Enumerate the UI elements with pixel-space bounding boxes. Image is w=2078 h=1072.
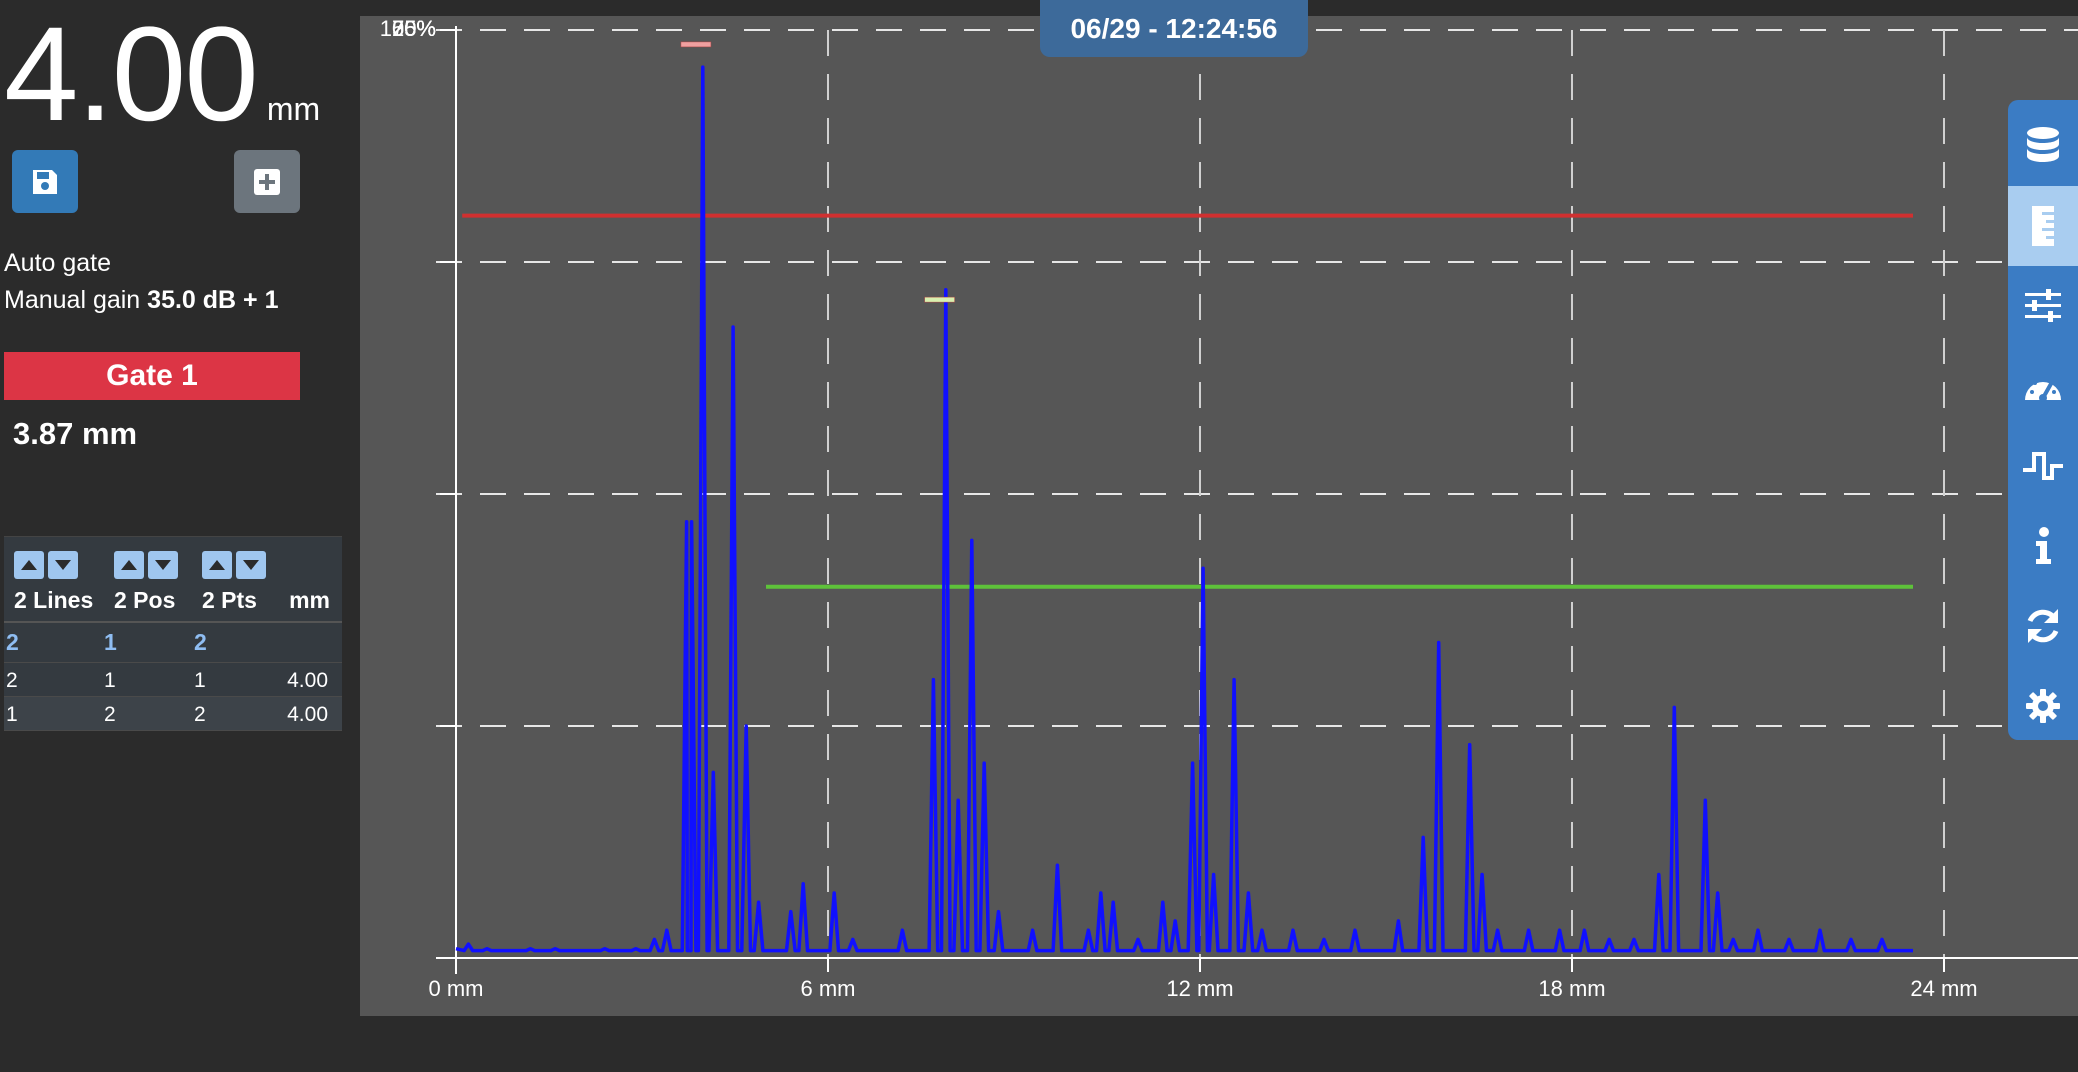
toolbar-settings-sliders-button[interactable]	[2008, 266, 2078, 346]
cell-pts: 2	[194, 703, 206, 726]
signal-trace	[455, 65, 1913, 953]
sync-icon	[2027, 609, 2059, 643]
chevron-up-icon	[209, 560, 225, 570]
gain-label: Manual gain 35.0 dB + 1	[4, 286, 279, 315]
measurement-table: 2 Lines 2 Pos 2 Pts mm 2 1 2 2 1 1 4.00 …	[4, 536, 342, 731]
table-row[interactable]: 2 1 1 4.00	[4, 663, 342, 697]
cell-pts: 2	[194, 629, 207, 655]
save-button[interactable]	[12, 150, 78, 213]
lines-up-button[interactable]	[14, 551, 44, 579]
toolbar-info-button[interactable]	[2008, 506, 2078, 586]
cell-pos: 1	[104, 629, 117, 655]
gauge-icon	[2025, 377, 2061, 402]
add-button[interactable]	[234, 150, 300, 213]
a-scan-plot	[436, 26, 2078, 974]
sliders-icon	[2025, 289, 2061, 322]
pts-down-button[interactable]	[236, 551, 266, 579]
header-unit: mm	[289, 587, 330, 613]
chevron-down-icon	[243, 560, 259, 570]
cell-mm: 4.00	[287, 703, 328, 726]
chevron-down-icon	[155, 560, 171, 570]
header-pos: 2 Pos	[114, 587, 176, 613]
lines-stepper	[14, 551, 78, 579]
floppy-disk-icon	[33, 169, 57, 194]
thickness-unit: mm	[266, 91, 321, 127]
chevron-down-icon	[55, 560, 71, 570]
x-tick-label: 12 mm	[1166, 976, 1234, 1001]
x-tick-label: 24 mm	[1910, 976, 1978, 1001]
lines-down-button[interactable]	[48, 551, 78, 579]
x-tick-label: 6 mm	[800, 976, 856, 1001]
toolbar-gauge-button[interactable]	[2008, 346, 2078, 426]
chevron-up-icon	[121, 560, 137, 570]
toolbar-gear-button[interactable]	[2008, 666, 2078, 746]
cell-mm: 4.00	[287, 669, 328, 692]
cell-lines: 2	[6, 669, 18, 692]
plus-square-icon	[254, 168, 280, 195]
right-toolbar	[2008, 100, 2078, 740]
chevron-up-icon	[21, 560, 37, 570]
thickness-value: 4.00	[4, 0, 259, 149]
table-header: 2 Lines 2 Pos 2 Pts mm	[4, 537, 342, 623]
waveform-icon	[2023, 452, 2063, 480]
cell-lines: 2	[6, 629, 19, 655]
pos-stepper	[114, 551, 178, 579]
gate-mode-label: Auto gate	[4, 249, 112, 277]
peak-marker	[924, 296, 955, 303]
pts-up-button[interactable]	[202, 551, 232, 579]
database-icon	[2027, 127, 2059, 162]
pts-stepper	[202, 551, 266, 579]
thickness-readout: 4.00 mm	[4, 8, 320, 142]
gate-reading: 3.87 mm	[13, 416, 138, 451]
cell-lines: 1	[6, 703, 18, 726]
toolbar-waveform-button[interactable]	[2008, 426, 2078, 506]
gate-1-button[interactable]: Gate 1	[4, 352, 300, 400]
x-tick-label: 18 mm	[1538, 976, 1606, 1001]
gear-icon	[2026, 689, 2060, 723]
timestamp-badge: 06/29 - 12:24:56	[1040, 0, 1308, 57]
x-tick-label: 0 mm	[428, 976, 484, 1001]
header-pts: 2 Pts	[202, 587, 257, 613]
ruler-icon	[2032, 206, 2054, 246]
table-row-selected[interactable]: 2 1 2	[4, 623, 342, 663]
toolbar-sync-button[interactable]	[2008, 586, 2078, 666]
gain-mode: Manual gain	[4, 286, 141, 314]
info-icon	[2036, 527, 2051, 564]
header-lines: 2 Lines	[14, 587, 94, 613]
pos-down-button[interactable]	[148, 551, 178, 579]
a-scan-chart[interactable]: 100% 75% 50% 25% 0% 0 mm 6 mm 12 mm 18 m…	[360, 16, 2078, 1016]
cell-pos: 2	[104, 703, 116, 726]
toolbar-database-button[interactable]	[2008, 106, 2078, 186]
gain-value: 35.0 dB + 1	[147, 286, 279, 314]
cell-pos: 1	[104, 669, 116, 692]
pos-up-button[interactable]	[114, 551, 144, 579]
table-row[interactable]: 1 2 2 4.00	[4, 697, 342, 731]
y-tick-label: 0%	[404, 16, 436, 41]
cell-pts: 1	[194, 669, 206, 692]
peak-marker	[680, 41, 712, 48]
toolbar-ruler-button[interactable]	[2008, 186, 2078, 266]
